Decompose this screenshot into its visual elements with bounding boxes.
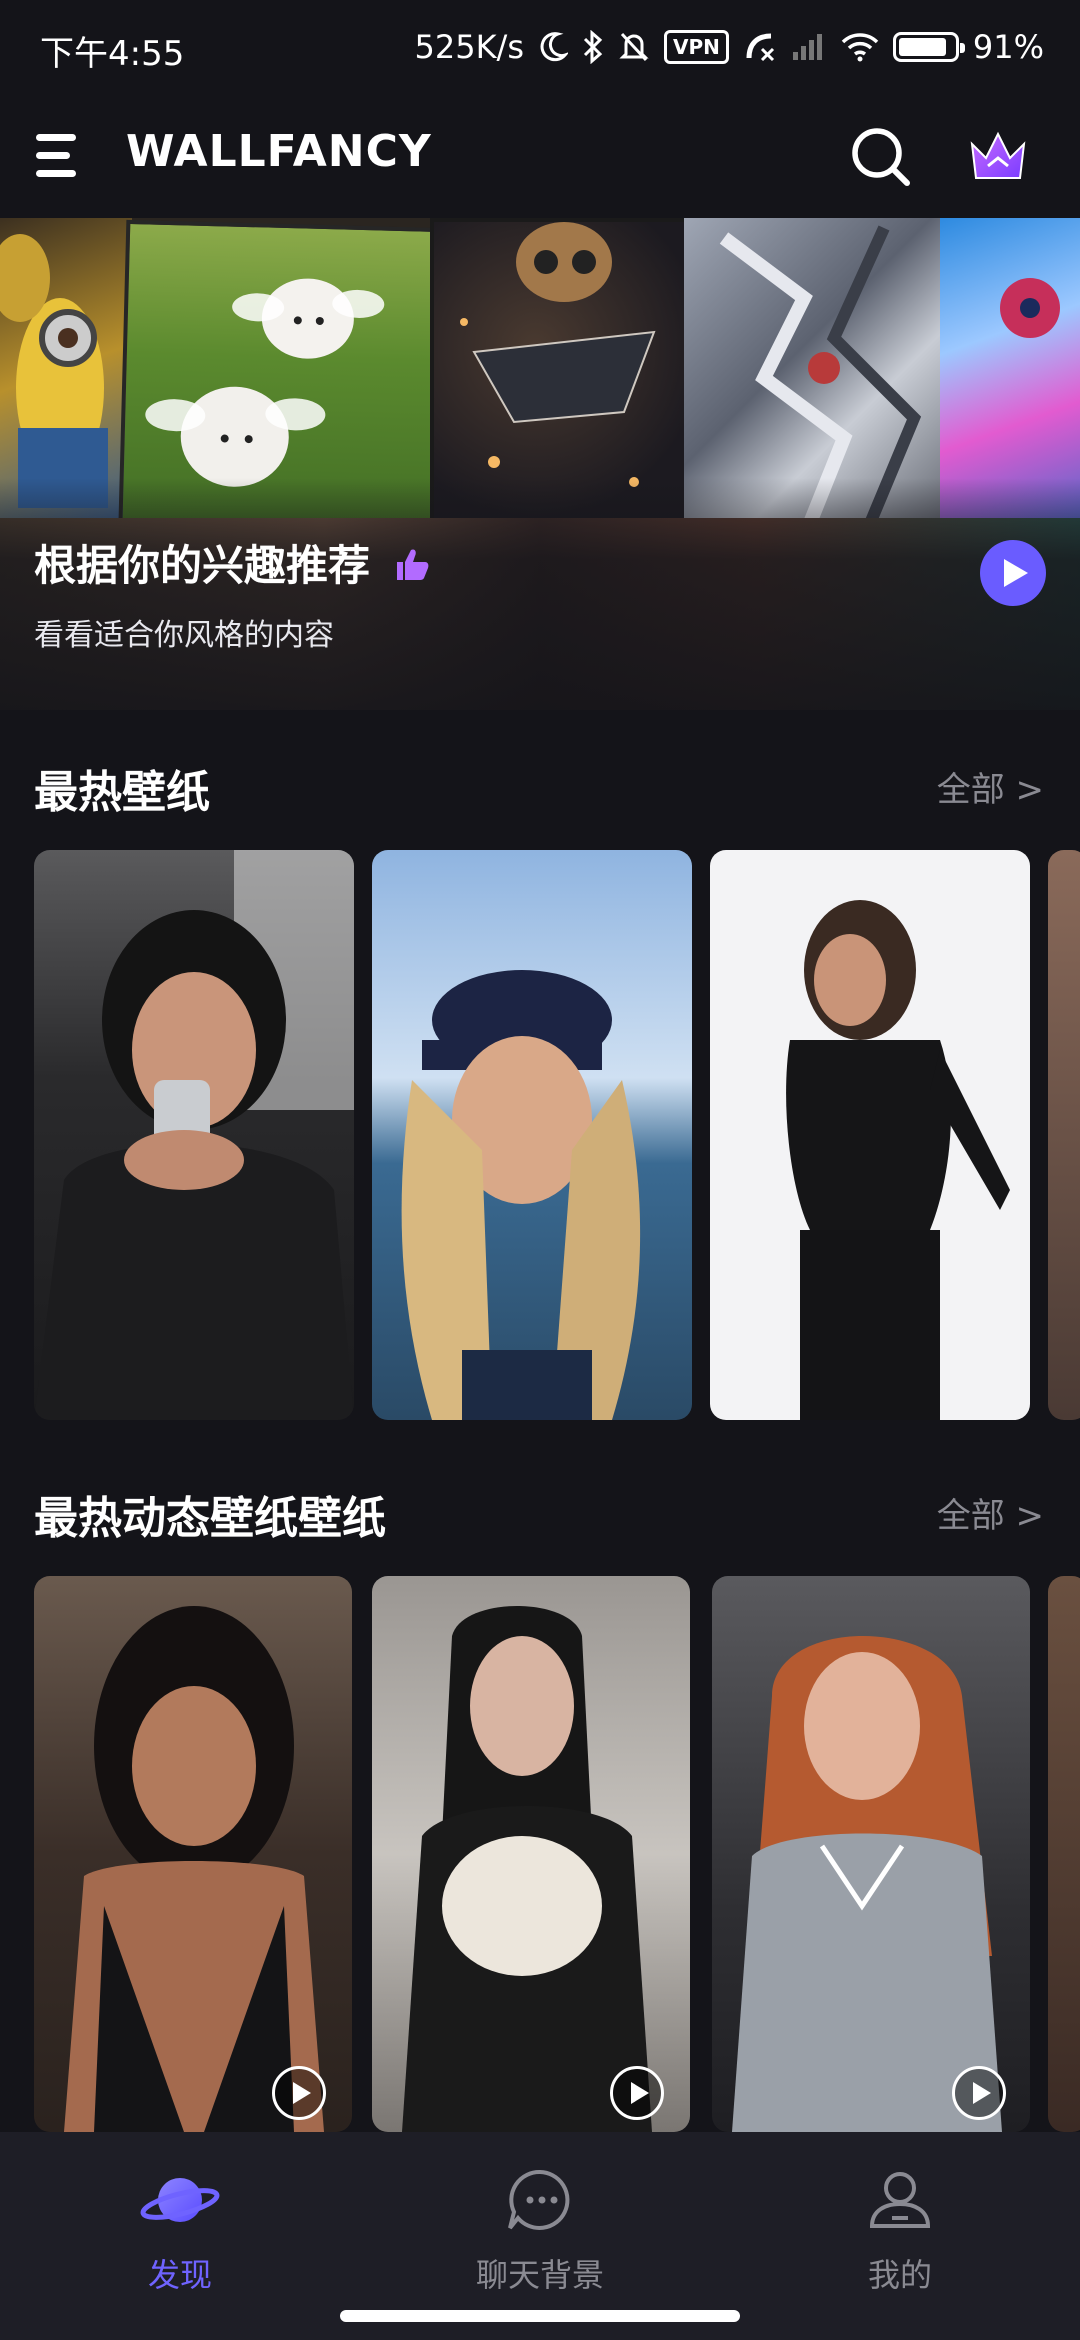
nav-chat-background[interactable]: 聊天背景 xyxy=(360,2132,720,2302)
section-title-live-wallpapers: 最热动态壁纸壁纸 xyxy=(34,1493,386,1544)
mute-bell-icon xyxy=(618,30,650,64)
app-logo: WALLFANCY xyxy=(126,126,432,177)
battery-icon xyxy=(892,32,965,62)
wifi-icon xyxy=(841,32,879,62)
chat-bubble-icon xyxy=(500,2160,580,2240)
nav-chat-background-label: 聊天背景 xyxy=(475,2256,604,2294)
banner-subtitle: 看看适合你风格的内容 xyxy=(34,618,334,653)
home-indicator[interactable] xyxy=(340,2310,740,2322)
banner-shade xyxy=(0,478,1080,710)
live-wallpaper-card[interactable] xyxy=(34,1576,352,2132)
signal-icon xyxy=(791,32,827,62)
recommendation-banner[interactable]: 根据你的兴趣推荐 看看适合你风格的内容 xyxy=(0,218,1080,710)
banner-arrow-button[interactable] xyxy=(980,540,1046,606)
moon-icon xyxy=(538,31,568,63)
live-wallpaper-card[interactable] xyxy=(372,1576,690,2132)
see-all-live-wallpapers[interactable]: 全部 > xyxy=(937,1488,1044,1537)
battery-percent: 91% xyxy=(972,28,1044,66)
bottom-navigation: 发现 聊天背景 我的 xyxy=(0,2132,1080,2340)
live-wallpaper-card[interactable] xyxy=(712,1576,1030,2132)
status-bar: 下午4:55 525K/s VPN 91% xyxy=(0,0,1080,96)
status-icons: 525K/s VPN 91% xyxy=(414,24,1044,70)
call-forward-icon xyxy=(743,30,777,64)
bluetooth-icon xyxy=(582,30,604,64)
play-icon xyxy=(610,2066,664,2120)
section-title-hot-wallpapers: 最热壁纸 xyxy=(34,767,210,818)
user-icon xyxy=(860,2160,940,2240)
banner-title: 根据你的兴趣推荐 xyxy=(34,532,431,593)
network-speed: 525K/s xyxy=(414,28,524,66)
wallpaper-card-partial[interactable] xyxy=(1048,850,1080,1420)
wallpaper-card[interactable] xyxy=(34,850,354,1420)
wallpaper-card[interactable] xyxy=(710,850,1030,1420)
wallpaper-card[interactable] xyxy=(372,850,692,1420)
menu-icon[interactable] xyxy=(36,134,84,180)
nav-discover-label: 发现 xyxy=(147,2256,212,2294)
play-icon xyxy=(272,2066,326,2120)
nav-profile[interactable]: 我的 xyxy=(720,2132,1080,2302)
banner-tile-minions xyxy=(0,218,132,518)
crown-icon[interactable] xyxy=(966,128,1030,186)
app-bar: WALLFANCY xyxy=(0,96,1080,218)
planet-icon xyxy=(140,2160,220,2240)
see-all-hot-wallpapers[interactable]: 全部 > xyxy=(937,762,1044,811)
live-wallpaper-card-partial[interactable] xyxy=(1048,1576,1080,2132)
play-icon xyxy=(952,2066,1006,2120)
search-icon[interactable] xyxy=(850,126,912,188)
vpn-badge: VPN xyxy=(664,30,729,64)
thumbs-up-icon xyxy=(396,549,429,580)
status-time: 下午4:55 xyxy=(40,34,185,74)
nav-profile-label: 我的 xyxy=(867,2256,932,2294)
nav-discover[interactable]: 发现 xyxy=(0,2132,360,2302)
